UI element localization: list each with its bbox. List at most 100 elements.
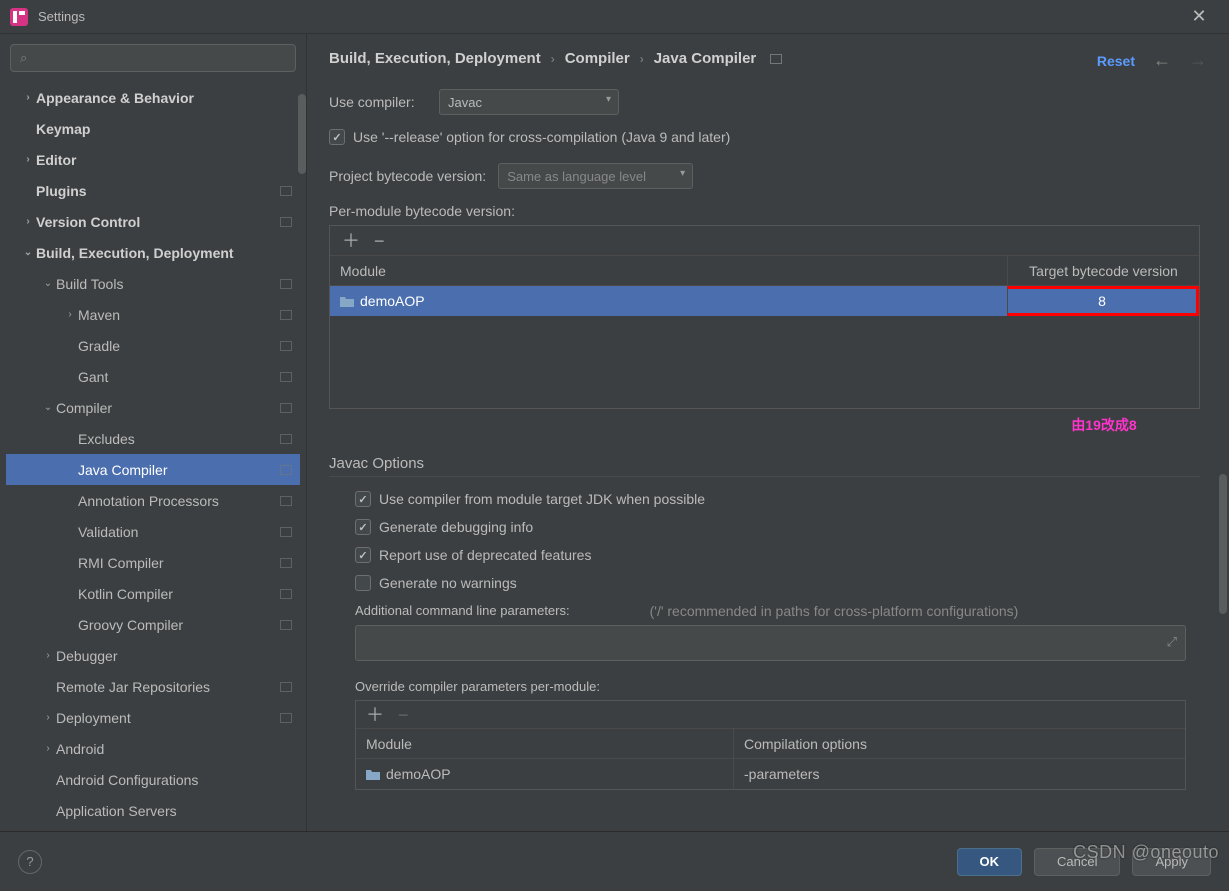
sidebar-item-validation[interactable]: Validation [6, 516, 300, 547]
sidebar-item-keymap[interactable]: Keymap [6, 113, 300, 144]
sidebar-item-gant[interactable]: Gant [6, 361, 300, 392]
breadcrumb: Build, Execution, Deployment › Compiler … [329, 50, 1207, 67]
chevron-icon: ⌄ [20, 247, 36, 258]
sidebar-item-plugins[interactable]: Plugins [6, 175, 300, 206]
additional-params-label: Additional command line parameters: [355, 603, 570, 619]
override-module-name: demoAOP [386, 766, 451, 782]
override-table: ＋ − Module Compilation options demoAOP [355, 700, 1186, 790]
folder-icon [340, 295, 354, 307]
chevron-icon: › [20, 92, 36, 103]
project-badge-icon [280, 186, 292, 196]
javac-opt-2-checkbox[interactable] [355, 547, 371, 563]
chevron-right-icon: › [640, 52, 644, 66]
release-option-label: Use '--release' option for cross-compila… [353, 129, 730, 145]
sidebar-item-label: Remote Jar Repositories [56, 679, 280, 695]
override-col-module: Module [356, 729, 734, 758]
sidebar-item-compiler[interactable]: ⌄Compiler [6, 392, 300, 423]
project-badge-icon [280, 434, 292, 444]
sidebar-item-gradle[interactable]: Gradle [6, 330, 300, 361]
expand-icon[interactable]: ⤢ [1167, 634, 1177, 650]
project-badge-icon [280, 341, 292, 351]
sidebar-item-build-execution-deployment[interactable]: ⌄Build, Execution, Deployment [6, 237, 300, 268]
sidebar-item-annotation-processors[interactable]: Annotation Processors [6, 485, 300, 516]
chevron-icon: ⌄ [40, 402, 56, 413]
sidebar-item-rmi-compiler[interactable]: RMI Compiler [6, 547, 300, 578]
col-target-header: Target bytecode version [1007, 256, 1199, 285]
search-input[interactable] [10, 44, 296, 72]
scrollbar-thumb[interactable] [298, 94, 306, 174]
sidebar-item-label: Excludes [78, 431, 280, 447]
sidebar-item-label: Debugger [56, 648, 292, 664]
additional-params-input[interactable]: ⤢ [355, 625, 1186, 661]
crumb-1[interactable]: Compiler [565, 50, 630, 67]
override-params-label: Override compiler parameters per-module: [355, 679, 1207, 694]
project-badge-icon [280, 465, 292, 475]
forward-arrow-icon: → [1189, 50, 1207, 71]
project-badge-icon [280, 713, 292, 723]
table-row[interactable]: demoAOP 8 [330, 286, 1199, 316]
sidebar-item-label: Appearance & Behavior [36, 90, 292, 106]
add-override-button[interactable]: ＋ [366, 706, 384, 724]
module-name: demoAOP [360, 293, 425, 309]
sidebar-item-appearance-behavior[interactable]: ›Appearance & Behavior [6, 82, 300, 113]
sidebar-item-android-configurations[interactable]: Android Configurations [6, 764, 300, 795]
project-badge-icon [280, 310, 292, 320]
sidebar-item-deployment[interactable]: ›Deployment [6, 702, 300, 733]
use-compiler-label: Use compiler: [329, 94, 439, 110]
crumb-2: Java Compiler [654, 50, 757, 67]
close-icon[interactable]: ✕ [1179, 6, 1219, 27]
help-button[interactable]: ? [18, 850, 42, 874]
table-row[interactable]: demoAOP -parameters [356, 759, 1185, 789]
project-badge-icon [280, 403, 292, 413]
javac-options-title: Javac Options [329, 455, 1200, 477]
back-arrow-icon[interactable]: ← [1153, 50, 1171, 71]
add-module-button[interactable]: ＋ [342, 232, 360, 250]
sidebar-item-kotlin-compiler[interactable]: Kotlin Compiler [6, 578, 300, 609]
sidebar-item-label: Gradle [78, 338, 280, 354]
sidebar-item-maven[interactable]: ›Maven [6, 299, 300, 330]
project-bytecode-select[interactable]: Same as language level [498, 163, 693, 189]
per-module-label: Per-module bytecode version: [329, 203, 1207, 219]
sidebar-item-label: Plugins [36, 183, 280, 199]
sidebar-item-editor[interactable]: ›Editor [6, 144, 300, 175]
project-badge-icon [280, 372, 292, 382]
sidebar-item-version-control[interactable]: ›Version Control [6, 206, 300, 237]
sidebar-item-label: Maven [78, 307, 280, 323]
crumb-0[interactable]: Build, Execution, Deployment [329, 50, 541, 67]
sidebar-item-label: Compiler [56, 400, 280, 416]
sidebar-item-excludes[interactable]: Excludes [6, 423, 300, 454]
release-option-checkbox[interactable] [329, 129, 345, 145]
scrollbar-thumb[interactable] [1219, 474, 1227, 614]
javac-opt-0-checkbox[interactable] [355, 491, 371, 507]
javac-opt-3-checkbox[interactable] [355, 575, 371, 591]
target-bytecode-value[interactable]: 8 [1098, 293, 1106, 309]
sidebar-item-remote-jar-repositories[interactable]: Remote Jar Repositories [6, 671, 300, 702]
col-module-header: Module [330, 263, 1007, 279]
javac-opt-1-checkbox[interactable] [355, 519, 371, 535]
sidebar-item-groovy-compiler[interactable]: Groovy Compiler [6, 609, 300, 640]
annotation-text: 由19改成8 [1008, 415, 1200, 435]
javac-opt-3-label: Generate no warnings [379, 575, 517, 591]
settings-content: Build, Execution, Deployment › Compiler … [307, 34, 1229, 831]
sidebar-item-application-servers[interactable]: Application Servers [6, 795, 300, 822]
sidebar-item-build-tools[interactable]: ⌄Build Tools [6, 268, 300, 299]
project-badge-icon [280, 620, 292, 630]
sidebar-item-label: Application Servers [56, 803, 292, 819]
chevron-icon: › [40, 743, 56, 754]
ok-button[interactable]: OK [957, 848, 1023, 876]
use-compiler-select[interactable]: Javac [439, 89, 619, 115]
sidebar-item-android[interactable]: ›Android [6, 733, 300, 764]
remove-module-button[interactable]: − [374, 232, 385, 250]
sidebar-item-label: Android [56, 741, 292, 757]
javac-opt-1-label: Generate debugging info [379, 519, 533, 535]
sidebar-item-java-compiler[interactable]: Java Compiler [6, 454, 300, 485]
sidebar-item-label: Android Configurations [56, 772, 292, 788]
sidebar-item-debugger[interactable]: ›Debugger [6, 640, 300, 671]
sidebar-item-label: Build, Execution, Deployment [36, 245, 292, 261]
settings-sidebar: ⌕ ›Appearance & BehaviorKeymap›EditorPlu… [0, 34, 307, 831]
additional-params-hint: ('/' recommended in paths for cross-plat… [650, 603, 1019, 619]
reset-link[interactable]: Reset [1097, 53, 1135, 69]
folder-icon [366, 768, 380, 780]
project-badge-icon [280, 682, 292, 692]
sidebar-item-label: Groovy Compiler [78, 617, 280, 633]
